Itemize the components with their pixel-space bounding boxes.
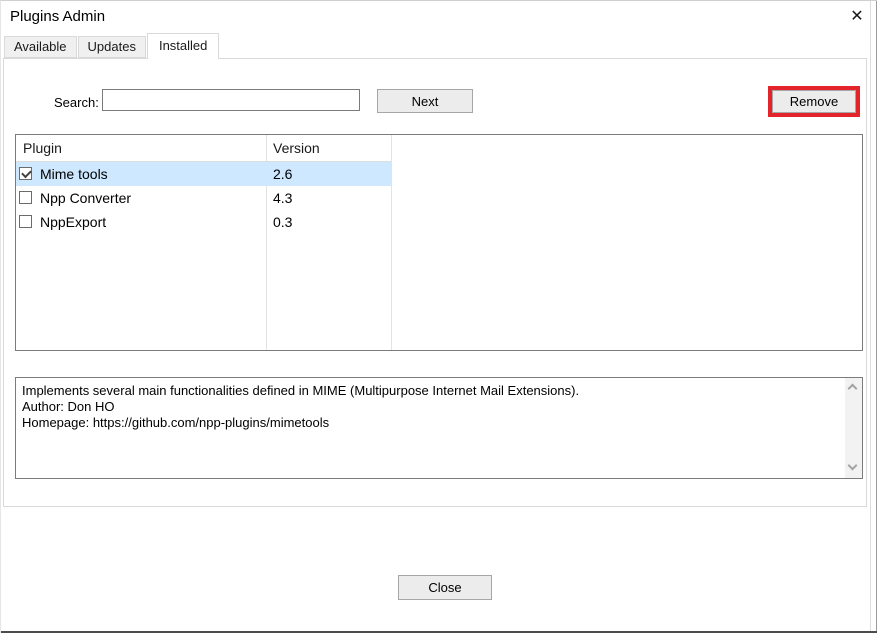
installed-tab-panel: Search: Next Remove Plugin Version Mime … bbox=[3, 58, 867, 507]
plugin-name: NppExport bbox=[40, 210, 106, 234]
scroll-up-icon[interactable] bbox=[845, 379, 862, 396]
plugin-version: 0.3 bbox=[273, 210, 292, 234]
plugin-name: Npp Converter bbox=[40, 186, 131, 210]
tab-available[interactable]: Available bbox=[4, 36, 77, 58]
window-title: Plugins Admin bbox=[10, 8, 105, 25]
tab-bar: Available Updates Installed bbox=[4, 33, 220, 59]
scroll-down-icon[interactable] bbox=[845, 460, 862, 477]
window-right-edge bbox=[870, 1, 871, 633]
plugin-rows: Mime tools 2.6 Npp Converter 4.3 NppExpo… bbox=[16, 162, 862, 234]
checkbox-unchecked-icon[interactable] bbox=[19, 191, 32, 204]
search-input[interactable] bbox=[102, 89, 360, 111]
column-header-plugin[interactable]: Plugin bbox=[23, 135, 62, 161]
checkbox-checked-icon[interactable] bbox=[19, 167, 32, 180]
description-scrollbar[interactable] bbox=[845, 378, 862, 478]
tab-updates[interactable]: Updates bbox=[78, 36, 146, 58]
tab-installed[interactable]: Installed bbox=[147, 33, 219, 59]
plugins-admin-dialog: Plugins Admin ✕ Available Updates Instal… bbox=[0, 0, 877, 633]
description-line: Implements several main functionalities … bbox=[22, 383, 836, 399]
description-line: Author: Don HO bbox=[22, 399, 836, 415]
chevron-up-icon bbox=[848, 384, 858, 394]
plugin-name: Mime tools bbox=[40, 162, 108, 186]
description-line: Homepage: https://github.com/npp-plugins… bbox=[22, 415, 836, 431]
plugin-version: 4.3 bbox=[273, 186, 292, 210]
plugin-description-box: Implements several main functionalities … bbox=[15, 377, 863, 479]
close-button[interactable]: Close bbox=[398, 575, 492, 600]
checkbox-unchecked-icon[interactable] bbox=[19, 215, 32, 228]
chevron-down-icon bbox=[848, 461, 858, 471]
next-button[interactable]: Next bbox=[377, 89, 473, 113]
table-row[interactable]: Npp Converter 4.3 bbox=[16, 186, 391, 210]
table-row[interactable]: Mime tools 2.6 bbox=[16, 162, 391, 186]
table-row[interactable]: NppExport 0.3 bbox=[16, 210, 391, 234]
search-label: Search: bbox=[54, 95, 99, 110]
plugin-version: 2.6 bbox=[273, 162, 292, 186]
remove-button[interactable]: Remove bbox=[772, 90, 856, 113]
plugin-list: Plugin Version Mime tools 2.6 Npp Conver… bbox=[15, 134, 863, 351]
window-close-icon[interactable]: ✕ bbox=[845, 6, 869, 28]
plugin-description-text: Implements several main functionalities … bbox=[16, 378, 862, 431]
remove-annotation-highlight: Remove bbox=[768, 86, 860, 117]
column-header-version[interactable]: Version bbox=[273, 135, 320, 161]
